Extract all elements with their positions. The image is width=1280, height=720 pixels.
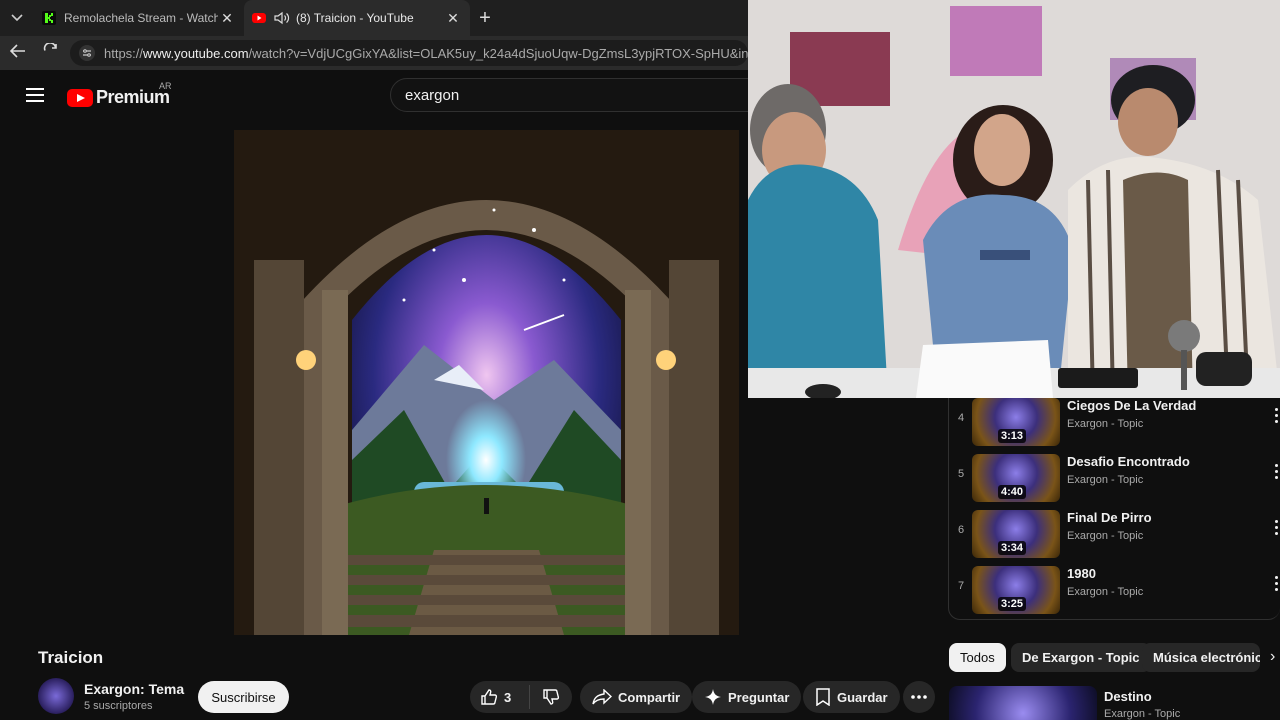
- more-actions-button[interactable]: [903, 681, 935, 713]
- subscribe-button[interactable]: Suscribirse: [198, 681, 289, 713]
- playlist-item-thumbnail[interactable]: 4:40: [972, 454, 1060, 502]
- webcam-overlay: [748, 0, 1280, 398]
- playlist-panel: 4 3:13 Ciegos De La Verdad Exargon - Top…: [948, 398, 1280, 620]
- playlist-item-channel: Exargon - Topic: [1067, 530, 1144, 542]
- url-host: www.youtube.com: [143, 45, 249, 61]
- recommendation-channel: Exargon - Topic: [1104, 708, 1181, 720]
- kick-icon: [42, 11, 56, 25]
- back-arrow-icon[interactable]: [2, 43, 34, 63]
- like-button[interactable]: 3: [470, 685, 530, 709]
- share-icon: [592, 689, 612, 705]
- youtube-play-icon: [67, 88, 93, 107]
- address-bar-row: https://www.youtube.com/watch?v=VdjUCgGi…: [0, 36, 748, 70]
- duration-badge: 3:34: [997, 541, 1026, 555]
- playlist-item-thumbnail[interactable]: 3:25: [972, 566, 1060, 614]
- url-field[interactable]: https://www.youtube.com/watch?v=VdjUCgGi…: [70, 40, 748, 66]
- webcam-scene: [748, 0, 1280, 398]
- speaker-icon[interactable]: [274, 11, 290, 25]
- region-code: AR: [159, 81, 172, 91]
- playlist-item[interactable]: 4 3:13 Ciegos De La Verdad Exargon - Top…: [949, 398, 1280, 448]
- playlist-item-channel: Exargon - Topic: [1067, 418, 1144, 430]
- share-button[interactable]: Compartir: [580, 681, 693, 713]
- search-input[interactable]: exargon: [390, 78, 760, 112]
- thumbs-down-icon: [543, 689, 560, 705]
- share-label: Compartir: [618, 689, 681, 705]
- site-info-icon[interactable]: [76, 44, 98, 62]
- subscriber-count: 5 suscriptores: [84, 700, 153, 712]
- video-title: Traicion: [38, 648, 104, 667]
- youtube-masthead: Premium AR exargon: [0, 70, 760, 122]
- playlist-item-title[interactable]: Desafio Encontrado: [1067, 454, 1190, 469]
- album-art[interactable]: [234, 130, 739, 635]
- playlist-item-number: 4: [957, 412, 965, 424]
- more-horizontal-icon: [911, 695, 927, 699]
- tab-list-chevron-icon[interactable]: [0, 0, 34, 36]
- tab-title: (8) Traicion - YouTube: [296, 11, 414, 25]
- ask-button[interactable]: Preguntar: [692, 681, 802, 713]
- thumbs-up-icon: [481, 689, 498, 705]
- ask-label: Preguntar: [728, 689, 790, 705]
- url-prefix: https://: [104, 45, 144, 61]
- youtube-icon: [252, 13, 266, 23]
- more-vertical-icon[interactable]: [1275, 408, 1278, 426]
- close-tab-icon[interactable]: ✕: [218, 10, 236, 27]
- more-vertical-icon[interactable]: [1275, 576, 1278, 594]
- more-vertical-icon[interactable]: [1275, 464, 1278, 482]
- duration-badge: 3:13: [997, 429, 1026, 443]
- more-vertical-icon[interactable]: [1275, 520, 1278, 538]
- chip-all[interactable]: Todos: [949, 643, 1006, 672]
- youtube-premium-logo[interactable]: Premium AR: [67, 81, 172, 108]
- chevron-right-icon[interactable]: ›: [1270, 648, 1275, 666]
- playlist-item-thumbnail[interactable]: 3:34: [972, 510, 1060, 558]
- duration-badge: 4:40: [997, 485, 1026, 499]
- playlist-item-channel: Exargon - Topic: [1067, 586, 1144, 598]
- playlist-item-channel: Exargon - Topic: [1067, 474, 1144, 486]
- playlist-item-number: 6: [957, 524, 965, 536]
- playlist-item-title[interactable]: 1980: [1067, 566, 1096, 581]
- recommendation-title[interactable]: Destino: [1104, 689, 1152, 704]
- chip-electronic-music[interactable]: Música electrónica: [1142, 643, 1260, 672]
- like-count: 3: [504, 689, 512, 705]
- new-tab-button[interactable]: +: [470, 7, 500, 30]
- duration-badge: 3:25: [997, 597, 1026, 611]
- like-dislike-group: 3: [470, 681, 572, 713]
- playlist-item-thumbnail[interactable]: 3:13: [972, 398, 1060, 446]
- playlist-item[interactable]: 6 3:34 Final De Pirro Exargon - Topic: [949, 510, 1280, 560]
- sparkle-icon: [705, 689, 721, 705]
- close-tab-icon[interactable]: ✕: [444, 10, 462, 27]
- playlist-item[interactable]: 5 4:40 Desafio Encontrado Exargon - Topi…: [949, 454, 1280, 504]
- playlist-item[interactable]: 7 3:25 1980 Exargon - Topic: [949, 566, 1280, 616]
- browser-tab-youtube[interactable]: (8) Traicion - YouTube ✕: [244, 0, 470, 36]
- url-path: /watch?v=VdjUCgGixYA&list=OLAK5uy_k24a4d…: [248, 45, 748, 61]
- playlist-item-title[interactable]: Final De Pirro: [1067, 510, 1152, 525]
- reload-icon[interactable]: [34, 42, 66, 63]
- dislike-button[interactable]: [530, 688, 572, 706]
- browser-tab-kick[interactable]: Remolachela Stream - Watch Live ✕: [34, 0, 244, 36]
- playlist-item-number: 7: [957, 580, 965, 592]
- album-art-image: [234, 130, 739, 635]
- save-label: Guardar: [837, 689, 888, 705]
- playlist-item-number: 5: [957, 468, 965, 480]
- chip-from-exargon[interactable]: De Exargon - Topic: [1011, 643, 1151, 672]
- playlist-item-title[interactable]: Ciegos De La Verdad: [1067, 398, 1196, 413]
- tab-title: Remolachela Stream - Watch Live: [64, 11, 218, 25]
- channel-name[interactable]: Exargon: Tema: [84, 681, 184, 697]
- save-button[interactable]: Guardar: [803, 681, 900, 713]
- browser-tab-bar: Remolachela Stream - Watch Live ✕ (8) Tr…: [0, 0, 748, 36]
- menu-icon[interactable]: [26, 88, 44, 102]
- recommendation-thumbnail[interactable]: [949, 686, 1097, 720]
- channel-avatar[interactable]: [38, 678, 74, 714]
- bookmark-icon: [816, 688, 830, 706]
